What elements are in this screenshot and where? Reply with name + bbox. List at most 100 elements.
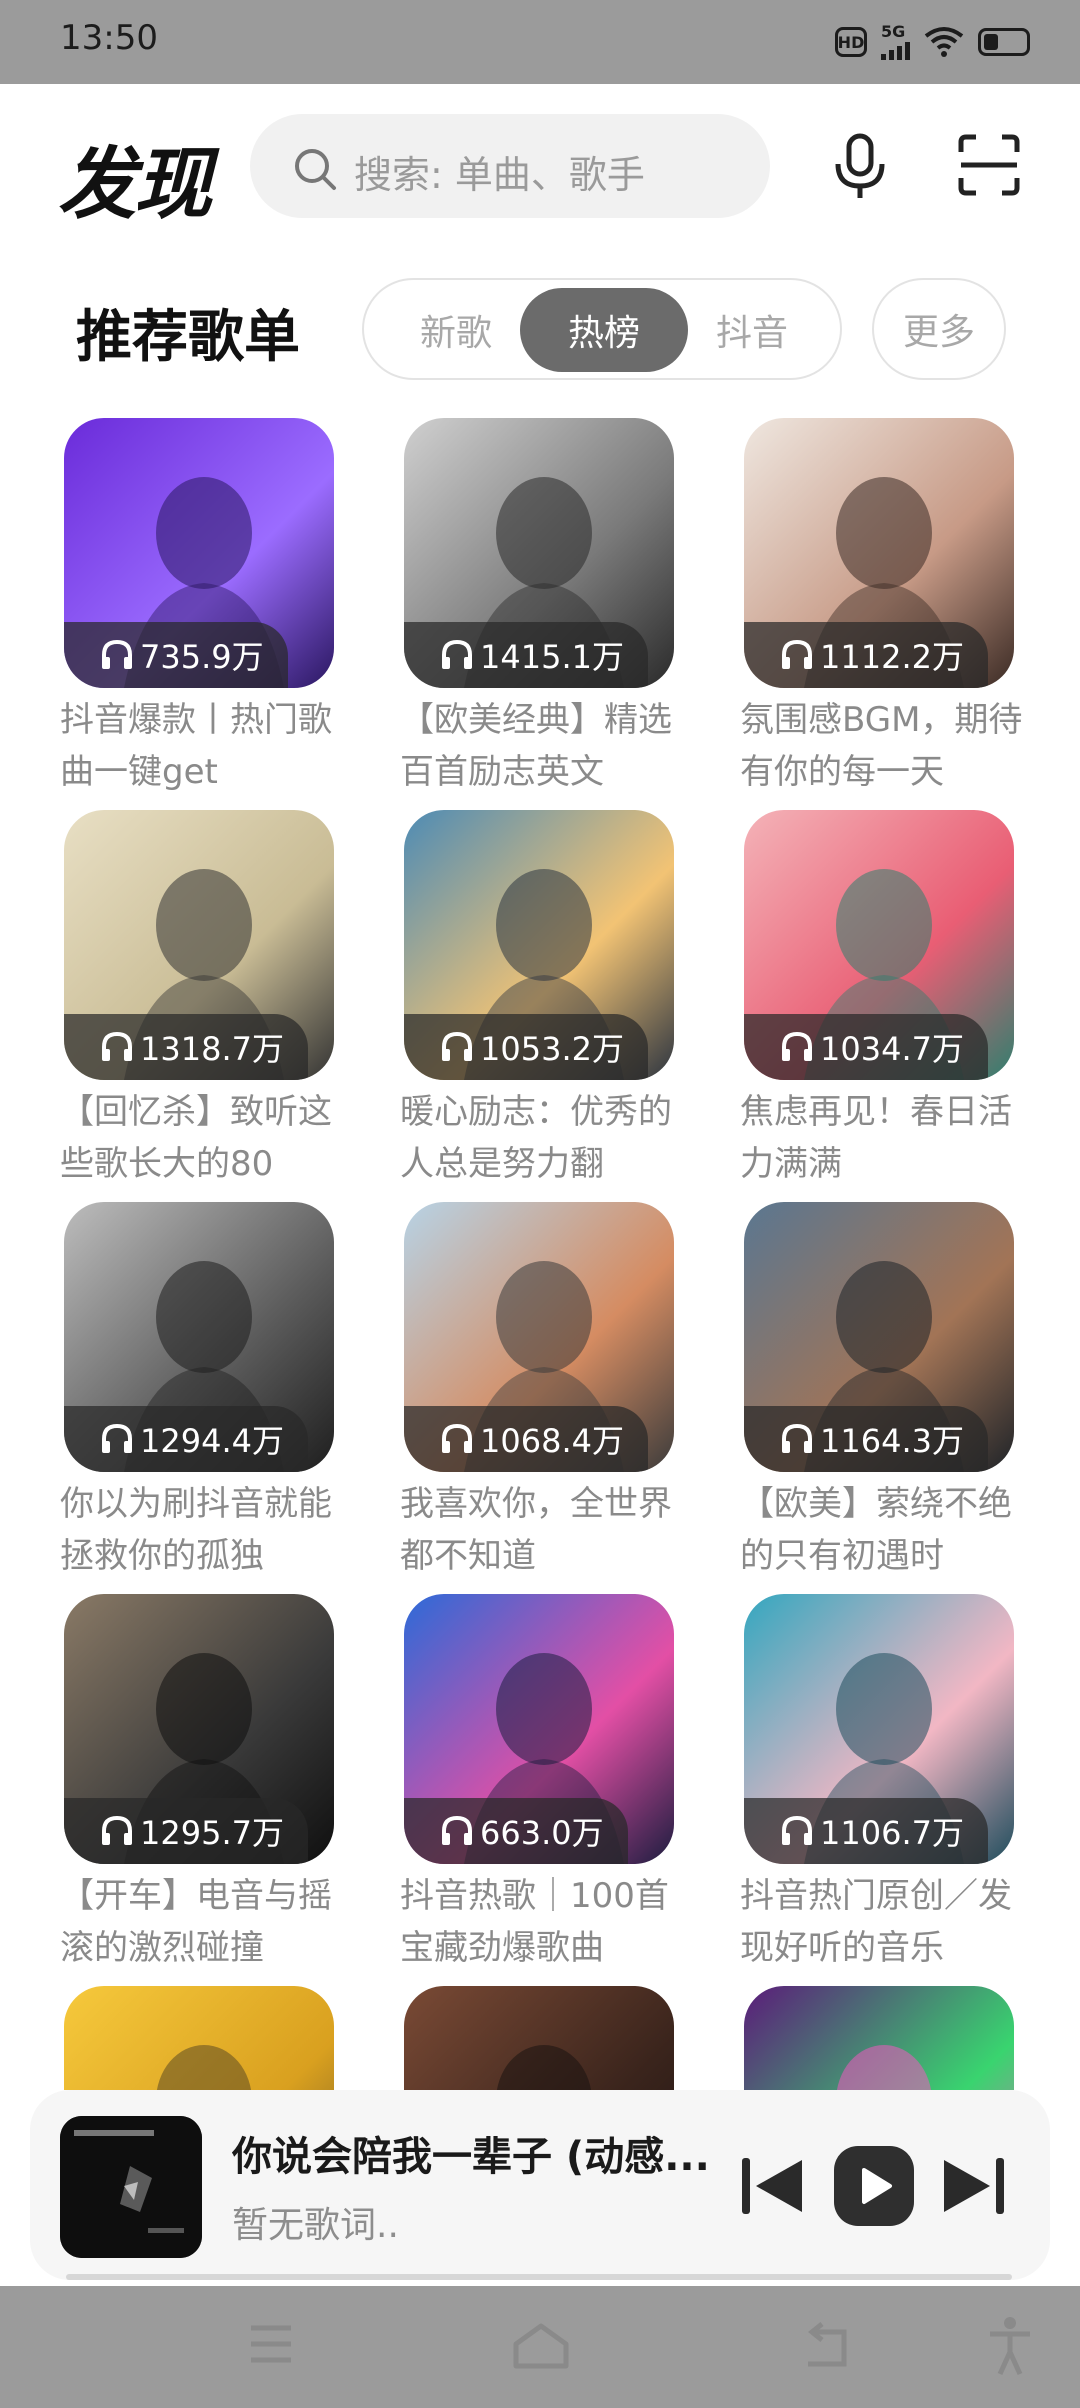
playlist-card[interactable]: 1106.7万 抖音热门原创／发现好听的音乐: [740, 1594, 1014, 1974]
play-count-badge: 663.0万: [404, 1798, 628, 1864]
playlist-card[interactable]: 1112.2万 氛围感BGM，期待有你的每一天: [740, 418, 1022, 798]
play-count: 1294.4万: [140, 1422, 284, 1460]
status-icons: HD 5G: [835, 20, 1030, 64]
headphones-icon: [100, 639, 134, 671]
headphones-icon: [440, 1423, 474, 1455]
playlist-grid: 735.9万 抖音爆款丨热门歌曲一键get 1415.1万 【欧美经典】精选百首励志英…: [0, 418, 1080, 2090]
playlist-title[interactable]: 我喜欢你，全世界都不知道: [400, 1478, 700, 1582]
playlist-card[interactable]: 1415.1万 【欧美经典】精选百首励志英文: [400, 418, 674, 798]
playlist-card[interactable]: 1318.7万 【回忆杀】致听这些歌长大的80: [60, 810, 334, 1190]
playlist-cover[interactable]: 735.9万: [64, 418, 334, 688]
player-cover[interactable]: [60, 2116, 202, 2258]
playlist-title[interactable]: 你以为刷抖音就能拯救你的孤独: [60, 1478, 360, 1582]
back-icon[interactable]: [800, 2322, 852, 2370]
playlist-cover[interactable]: 1295.7万: [64, 1594, 334, 1864]
playlist-title[interactable]: 【回忆杀】致听这些歌长大的80: [60, 1086, 360, 1190]
scan-icon[interactable]: [958, 134, 1020, 196]
playlist-title[interactable]: 【欧美】萦绕不绝的只有初遇时: [740, 1478, 1040, 1582]
playlist-card[interactable]: [404, 1986, 674, 2090]
playlist-card[interactable]: 1034.7万 焦虑再见！春日活力满满: [740, 810, 1014, 1190]
play-count-badge: 1318.7万: [64, 1014, 308, 1080]
prev-icon[interactable]: [740, 2156, 806, 2216]
headphones-icon: [780, 1031, 814, 1063]
category-tabs: 新歌 热榜 抖音: [362, 278, 842, 380]
playlist-card[interactable]: 663.0万 抖音热歌｜100首宝藏劲爆歌曲: [400, 1594, 674, 1974]
mic-icon[interactable]: [830, 132, 890, 200]
playlist-title[interactable]: 【开车】电音与摇滚的激烈碰撞: [60, 1870, 360, 1974]
search-input[interactable]: 搜索: 单曲、歌手: [250, 114, 770, 218]
playlist-cover[interactable]: 1068.4万: [404, 1202, 674, 1472]
headphones-icon: [100, 1815, 134, 1847]
playlist-cover[interactable]: [64, 1986, 334, 2090]
playlist-cover[interactable]: 663.0万: [404, 1594, 674, 1864]
mini-player[interactable]: 你说会陪我一辈子 (动感... 暂无歌词..: [30, 2090, 1050, 2280]
playlist-cover[interactable]: 1318.7万: [64, 810, 334, 1080]
tab-douyin[interactable]: 抖音: [668, 288, 836, 372]
play-count-badge: 1112.2万: [744, 622, 988, 688]
headphones-icon: [100, 1031, 134, 1063]
play-count-badge: 1295.7万: [64, 1798, 308, 1864]
play-count-badge: 1053.2万: [404, 1014, 648, 1080]
playlist-card[interactable]: [64, 1986, 334, 2090]
play-count-badge: 1294.4万: [64, 1406, 308, 1472]
play-count: 1164.3万: [820, 1422, 964, 1460]
status-time: 13:50: [60, 18, 158, 58]
playlist-cover[interactable]: 1164.3万: [744, 1202, 1014, 1472]
player-lyrics: 暂无歌词..: [232, 2205, 399, 2246]
headphones-icon: [100, 1423, 134, 1455]
playlist-card[interactable]: 735.9万 抖音爆款丨热门歌曲一键get: [60, 418, 334, 798]
tab-new-songs[interactable]: 新歌: [372, 288, 540, 372]
headphones-icon: [440, 1031, 474, 1063]
playlist-title[interactable]: 暖心励志：优秀的人总是努力翻: [400, 1086, 700, 1190]
playlist-card[interactable]: 1295.7万 【开车】电音与摇滚的激烈碰撞: [60, 1594, 334, 1974]
next-icon[interactable]: [940, 2156, 1006, 2216]
play-count: 1112.2万: [820, 638, 964, 676]
play-count: 663.0万: [480, 1814, 604, 1852]
playlist-cover[interactable]: [404, 1986, 674, 2090]
status-bar: 13:50 HD 5G: [0, 0, 1080, 84]
playlist-card[interactable]: [744, 1986, 1014, 2090]
headphones-icon: [440, 1815, 474, 1847]
recommended-section: 推荐歌单 新歌 热榜 抖音 更多: [0, 270, 1080, 390]
home-icon[interactable]: [512, 2322, 570, 2370]
play-count: 1053.2万: [480, 1030, 624, 1068]
playlist-cover[interactable]: 1415.1万: [404, 418, 674, 688]
playlist-cover[interactable]: 1034.7万: [744, 810, 1014, 1080]
headphones-icon: [440, 639, 474, 671]
menu-icon[interactable]: [248, 2322, 294, 2366]
tab-hot-chart[interactable]: 热榜: [520, 288, 688, 372]
header: 发现 搜索: 单曲、歌手: [0, 84, 1080, 254]
playlist-card[interactable]: 1053.2万 暖心励志：优秀的人总是努力翻: [400, 810, 674, 1190]
accessibility-icon[interactable]: [986, 2316, 1034, 2376]
playlist-cover[interactable]: 1294.4万: [64, 1202, 334, 1472]
playlist-card[interactable]: 1068.4万 我喜欢你，全世界都不知道: [400, 1202, 674, 1582]
play-button[interactable]: [834, 2146, 914, 2226]
play-count-badge: 1068.4万: [404, 1406, 648, 1472]
page-title: 发现: [58, 140, 212, 230]
playlist-title[interactable]: 抖音热门原创／发现好听的音乐: [740, 1870, 1040, 1974]
headphones-icon: [780, 1423, 814, 1455]
section-title: 推荐歌单: [76, 305, 300, 370]
signal-icon: 5G: [881, 24, 910, 60]
headphones-icon: [780, 1815, 814, 1847]
more-button[interactable]: 更多: [872, 278, 1006, 380]
playlist-cover[interactable]: 1053.2万: [404, 810, 674, 1080]
search-icon: [295, 149, 336, 190]
playlist-title[interactable]: 抖音热歌｜100首宝藏劲爆歌曲: [400, 1870, 700, 1974]
playlist-title[interactable]: 焦虑再见！春日活力满满: [740, 1086, 1040, 1190]
playlist-card[interactable]: 1294.4万 你以为刷抖音就能拯救你的孤独: [60, 1202, 334, 1582]
playlist-cover[interactable]: 1106.7万: [744, 1594, 1014, 1864]
play-count: 1318.7万: [140, 1030, 284, 1068]
battery-icon: [978, 28, 1030, 56]
play-count-badge: 735.9万: [64, 622, 288, 688]
playlist-cover[interactable]: 1112.2万: [744, 418, 1014, 688]
system-nav-bar: [0, 2286, 1080, 2408]
playlist-cover[interactable]: [744, 1986, 1014, 2090]
playlist-title[interactable]: 氛围感BGM，期待有你的每一天: [740, 694, 1040, 798]
wifi-icon: [924, 27, 964, 57]
play-count-badge: 1164.3万: [744, 1406, 988, 1472]
headphones-icon: [780, 639, 814, 671]
playlist-card[interactable]: 1164.3万 【欧美】萦绕不绝的只有初遇时: [740, 1202, 1014, 1582]
playlist-title[interactable]: 【欧美经典】精选百首励志英文: [400, 694, 700, 798]
playlist-title[interactable]: 抖音爆款丨热门歌曲一键get: [60, 694, 360, 798]
